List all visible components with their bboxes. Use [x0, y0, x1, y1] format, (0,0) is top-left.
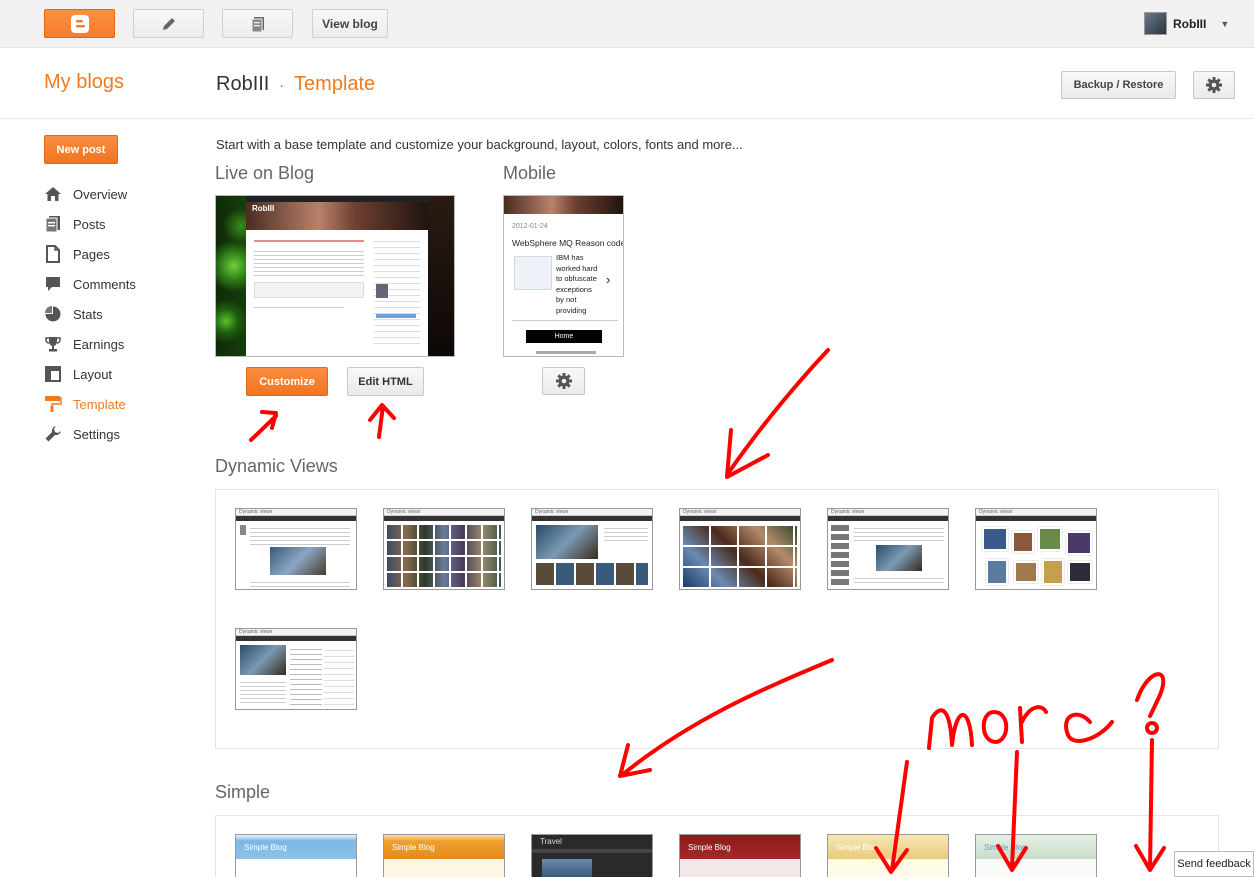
sidebar-item-overview[interactable]: Overview [44, 179, 136, 209]
tile-title: Dynamic views [828, 509, 948, 516]
sidebar-item-earnings[interactable]: Earnings [44, 329, 136, 359]
customize-button[interactable]: Customize [246, 367, 328, 396]
sidebar-item-template[interactable]: Template [44, 389, 136, 419]
blogger-logo-button[interactable] [44, 9, 115, 38]
sidebar-item-layout[interactable]: Layout [44, 359, 136, 389]
settings-gear-button[interactable] [1193, 71, 1235, 99]
mobile-heading: Mobile [503, 163, 557, 183]
sidebar-item-label: Settings [73, 426, 120, 442]
mobile-post-snippet: IBM has worked hard to obfuscate excepti… [556, 253, 598, 315]
sidebar-item-stats[interactable]: Stats [44, 299, 136, 329]
new-post-pencil-button[interactable] [133, 9, 204, 38]
chevron-right-icon: › [606, 272, 611, 287]
trophy-icon [45, 337, 61, 352]
simple-heading: Simple [215, 782, 271, 802]
tile-title: Dynamic views [976, 509, 1096, 516]
wrench-icon [45, 426, 61, 442]
dynamic-views-heading: Dynamic Views [215, 456, 338, 476]
dynamic-template-sidebar[interactable]: Dynamic views [827, 508, 949, 590]
posts-icon [45, 216, 60, 233]
dynamic-template-mosaic[interactable]: Dynamic views [679, 508, 801, 590]
avatar [1144, 12, 1167, 35]
mobile-post-date: 2012-01-24 [512, 223, 548, 230]
top-bar: View blog RobIII ▼ [0, 0, 1254, 48]
live-on-blog-heading: Live on Blog [215, 163, 315, 183]
account-menu[interactable]: RobIII ▼ [1144, 12, 1229, 35]
send-feedback-button[interactable]: Send feedback [1174, 851, 1254, 877]
pencil-icon [162, 17, 175, 30]
simple-template-4[interactable]: Simple Blog [679, 834, 801, 877]
comments-icon [46, 277, 60, 291]
dynamic-template-magazine[interactable]: Dynamic views [531, 508, 653, 590]
tile-title: Dynamic views [680, 509, 800, 516]
simple-template-3[interactable]: Travel [531, 834, 653, 877]
simple-template-2[interactable]: Simple Blog [383, 834, 505, 877]
tile-title: Simple Blog [836, 843, 879, 852]
simple-template-6[interactable]: Simple Blog [975, 834, 1097, 877]
sidebar-item-settings[interactable]: Settings [44, 419, 136, 449]
sidebar-item-label: Layout [73, 366, 113, 382]
dynamic-template-classic[interactable]: Dynamic views [235, 508, 357, 590]
edit-html-button[interactable]: Edit HTML [347, 367, 424, 396]
backup-restore-button[interactable]: Backup / Restore [1061, 71, 1176, 99]
sidebar-item-label: Comments [73, 276, 136, 292]
dynamic-template-timeslide[interactable]: Dynamic views [235, 628, 357, 710]
live-template-preview[interactable]: RobIII [215, 195, 455, 357]
new-post-button[interactable]: New post [44, 135, 118, 164]
tile-title: Simple Blog [984, 843, 1027, 852]
page-title: Template [294, 73, 376, 95]
mobile-home-button: Home [526, 330, 602, 343]
mobile-post-title: WebSphere MQ Reason codes [512, 238, 624, 248]
gear-icon [555, 373, 572, 389]
tile-title: Dynamic views [384, 509, 504, 516]
sidebar-item-label: Pages [73, 246, 110, 262]
pages-icon [46, 245, 60, 263]
stats-icon [45, 306, 61, 322]
live-preview-blog-title: RobIII [252, 204, 275, 213]
dynamic-template-flipcard[interactable]: Dynamic views [383, 508, 505, 590]
dynamic-template-snapshot[interactable]: Dynamic views [975, 508, 1097, 590]
tile-title: Travel [540, 837, 562, 846]
breadcrumb: RobIII · Template [216, 73, 375, 96]
header-divider [0, 118, 1254, 119]
sidebar-item-label: Template [73, 396, 126, 412]
tile-title: Simple Blog [688, 843, 731, 852]
layout-icon [45, 366, 61, 382]
sidebar-item-label: Overview [73, 186, 128, 202]
home-icon [45, 187, 61, 201]
posts-list-icon [251, 16, 264, 32]
mobile-template-preview[interactable]: 2012-01-24 WebSphere MQ Reason codes IBM… [503, 195, 624, 357]
my-blogs-link[interactable]: My blogs [44, 71, 124, 94]
posts-list-button[interactable] [222, 9, 293, 38]
tile-title: Dynamic views [532, 509, 652, 516]
sidebar-item-pages[interactable]: Pages [44, 239, 136, 269]
chevron-down-icon: ▼ [1220, 18, 1230, 29]
simple-templates-panel: Simple Blog Simple Blog Travel Simple Bl… [215, 815, 1219, 877]
breadcrumb-separator: · [279, 77, 285, 93]
intro-text: Start with a base template and customize… [216, 137, 743, 152]
tile-title: Simple Blog [392, 843, 435, 852]
blogger-logo-icon [70, 14, 89, 33]
view-blog-button[interactable]: View blog [312, 9, 388, 38]
sidebar-item-comments[interactable]: Comments [44, 269, 136, 299]
sidebar-item-label: Stats [73, 306, 103, 322]
tile-title: Dynamic views [236, 629, 356, 636]
dynamic-views-panel: Dynamic views Dynamic views Dynamic view… [215, 489, 1219, 749]
tile-title: Dynamic views [236, 509, 356, 516]
sidebar-item-label: Earnings [73, 336, 125, 352]
user-name: RobIII [1173, 16, 1207, 31]
tile-title: Simple Blog [244, 843, 287, 852]
mobile-settings-button[interactable] [542, 367, 585, 395]
sidebar-item-label: Posts [73, 216, 106, 232]
simple-template-5[interactable]: Simple Blog [827, 834, 949, 877]
paint-roller-icon [45, 396, 62, 412]
sidebar-nav: Overview Posts Pages Comments Stats Earn… [44, 179, 136, 449]
gear-icon [1206, 77, 1222, 93]
sidebar-item-posts[interactable]: Posts [44, 209, 136, 239]
simple-template-1[interactable]: Simple Blog [235, 834, 357, 877]
blog-name[interactable]: RobIII [216, 73, 269, 96]
